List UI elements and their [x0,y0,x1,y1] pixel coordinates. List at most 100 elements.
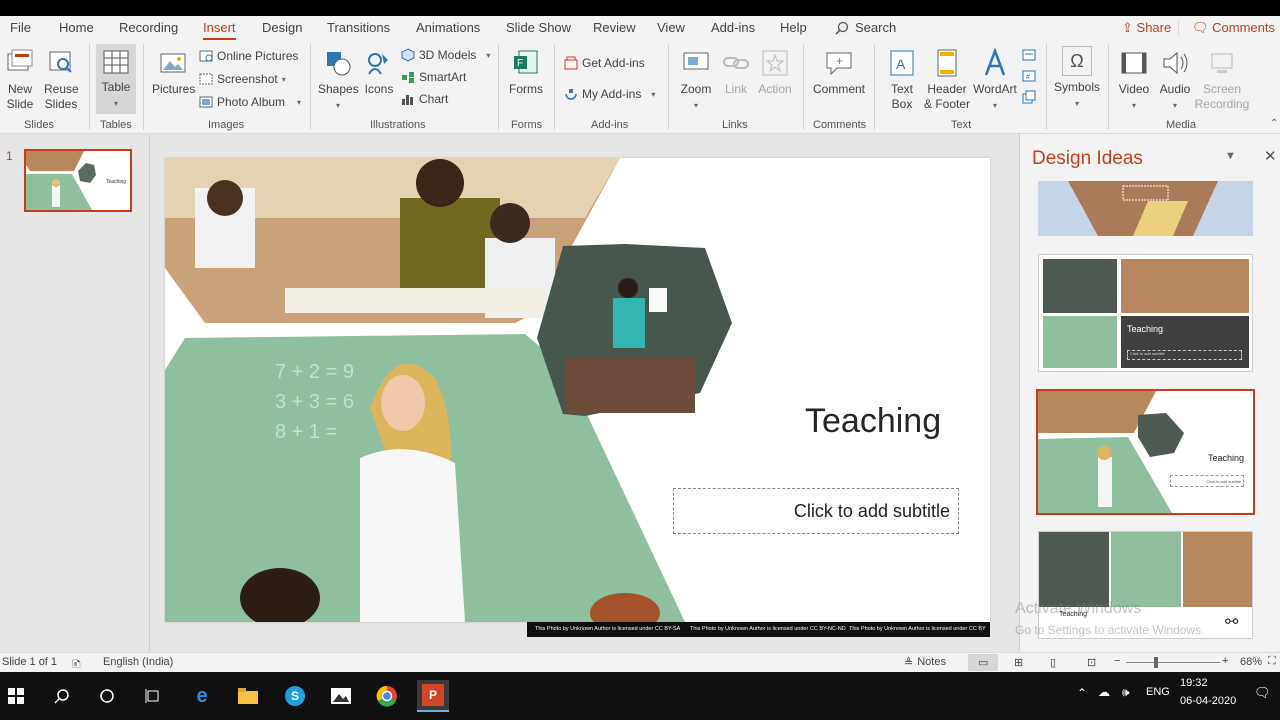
tab-view[interactable]: View [657,20,685,35]
photo-credit-text[interactable]: This Photo by Unknown Author is licensed… [849,622,986,637]
chalk-writing: 3 + 3 = 6 [275,391,354,413]
skype-button[interactable]: S [279,680,311,712]
slide-title[interactable]: Teaching [805,402,941,441]
photos-button[interactable] [325,680,357,712]
screen-recording-icon [1211,53,1233,73]
text-box-button[interactable]: A Text Box [884,48,920,112]
header-footer-button[interactable]: Header & Footer [922,48,972,112]
tab-recording[interactable]: Recording [119,20,178,35]
tab-help[interactable]: Help [780,20,807,35]
slide-number-button[interactable]: # [1022,69,1036,83]
reading-view-icon[interactable]: ▯ [1050,656,1056,669]
idea-subtitle: Click to add subtitle [1127,350,1242,360]
zoom-level[interactable]: 68% [1240,656,1262,668]
photo-credit-text[interactable]: This Photo by Unknown Author is licensed… [535,622,680,637]
3d-models-button[interactable]: 3D Models ▾ [401,48,490,62]
clock-time[interactable]: 19:32 [1180,677,1208,689]
video-button[interactable]: Video ▾ [1114,48,1154,113]
network-icon[interactable]: ☁ [1098,685,1110,699]
chrome-button[interactable] [371,680,403,712]
slide-artwork: 7 + 2 = 9 3 + 3 = 6 8 + 1 = [165,158,732,622]
search-box[interactable]: Search [835,20,896,35]
slide-sorter-icon[interactable]: ⊞ [1014,656,1023,669]
start-button[interactable] [0,680,32,712]
tab-add-ins[interactable]: Add-ins [711,20,755,35]
tab-home[interactable]: Home [59,20,94,35]
collapse-ribbon-icon[interactable]: ⌃ [1270,118,1278,129]
language-indicator[interactable]: English (India) [103,656,173,668]
link-button[interactable]: Link [720,48,752,97]
reuse-slides-button[interactable]: Reuse Slides [44,48,79,112]
clock-date[interactable]: 06-04-2020 [1180,695,1236,707]
wordart-button[interactable]: WordArt ▾ [972,48,1018,113]
input-language[interactable]: ENG [1146,686,1170,698]
search-button[interactable] [46,680,78,712]
comments-button[interactable]: 🗨 Comments [1186,18,1280,38]
activate-windows-subtext: Go to Settings to activate Windows. [1015,623,1205,637]
photo-album-button[interactable]: Photo Album ▾ [199,95,301,109]
tab-transitions[interactable]: Transitions [327,20,390,35]
notes-button[interactable]: ≜ Notes [904,656,946,669]
pane-options-chevron-icon[interactable]: ▼ [1225,150,1236,162]
hex-teacher-head [618,278,638,298]
screenshot-button[interactable]: Screenshot ▾ [199,72,286,86]
subtitle-placeholder[interactable]: Click to add subtitle [673,488,959,534]
forms-button[interactable]: F Forms [508,48,544,97]
folder-icon [238,688,258,704]
task-view-button[interactable] [137,680,169,712]
share-button[interactable]: ⇪ Share [1116,18,1177,38]
date-time-button[interactable] [1022,48,1036,62]
separator [498,44,499,130]
chevron-down-icon: ▾ [113,99,118,108]
icons-label: Icons [364,82,394,96]
smartart-button[interactable]: SmartArt [401,70,466,84]
action-button[interactable]: Action [756,48,794,97]
screenshot-label: Screenshot [217,72,278,86]
table-button[interactable]: Table ▾ [96,44,136,114]
icons-button[interactable]: Icons [362,48,396,97]
comment-button[interactable]: + Comment [811,48,867,97]
new-slide-button[interactable]: New Slide [4,48,36,112]
idea-photo [1111,532,1181,607]
cortana-button[interactable] [91,680,123,712]
audio-button[interactable]: Audio ▾ [1156,48,1194,113]
zoom-button[interactable]: Zoom ▾ [678,48,714,113]
zoom-slider-thumb[interactable] [1154,657,1158,668]
design-idea-1[interactable] [1038,181,1253,236]
design-idea-3-selected[interactable]: Teaching Click to add subtitle [1036,389,1255,515]
object-button[interactable] [1022,90,1036,104]
close-icon[interactable]: ✕ [1264,147,1277,165]
tab-review[interactable]: Review [593,20,636,35]
get-add-ins-button[interactable]: Get Add-ins [564,56,645,70]
pictures-button[interactable]: Pictures [152,48,195,97]
slide-canvas[interactable]: 7 + 2 = 9 3 + 3 = 6 8 + 1 = Teaching Cli… [165,158,990,622]
tab-file[interactable]: File [10,20,31,35]
zoom-in-button[interactable]: + [1222,655,1228,667]
group-label-tables: Tables [100,119,132,131]
screen-recording-button[interactable]: Screen Recording [1194,48,1250,112]
photo-credit-text[interactable]: This Photo by Unknown Author is licensed… [690,622,846,637]
zoom-slider-track[interactable] [1126,662,1220,663]
slideshow-icon[interactable]: ⊡ [1087,656,1096,669]
edge-button[interactable]: e [186,680,218,712]
tab-animations[interactable]: Animations [416,20,480,35]
my-add-ins-button[interactable]: My Add-ins ▾ [564,87,655,101]
volume-icon[interactable]: 🕪 [1122,685,1130,700]
fit-to-window-icon[interactable]: ⛶ [1268,655,1276,668]
zoom-out-button[interactable]: − [1114,655,1120,667]
symbols-button[interactable]: Ω Symbols ▾ [1052,46,1102,111]
chart-button[interactable]: Chart [401,92,448,106]
powerpoint-button[interactable]: P [417,680,449,712]
file-explorer-button[interactable] [232,680,264,712]
tab-insert[interactable]: Insert [203,20,236,40]
separator [89,44,90,130]
shapes-button[interactable]: Shapes ▾ [318,48,359,113]
design-idea-2[interactable]: Teaching Click to add subtitle [1038,254,1253,372]
slide-thumbnail[interactable]: Teaching [24,149,132,212]
tab-slide-show[interactable]: Slide Show [506,20,571,35]
online-pictures-button[interactable]: Online Pictures [199,49,298,63]
tab-design[interactable]: Design [262,20,302,35]
show-hidden-icons-chevron-icon[interactable]: ⌃ [1077,686,1087,700]
status-bar: Slide 1 of 1 🗈 English (India) ≜ Notes ▭ … [0,652,1280,672]
notifications-icon[interactable]: 🗨 [1254,685,1271,701]
